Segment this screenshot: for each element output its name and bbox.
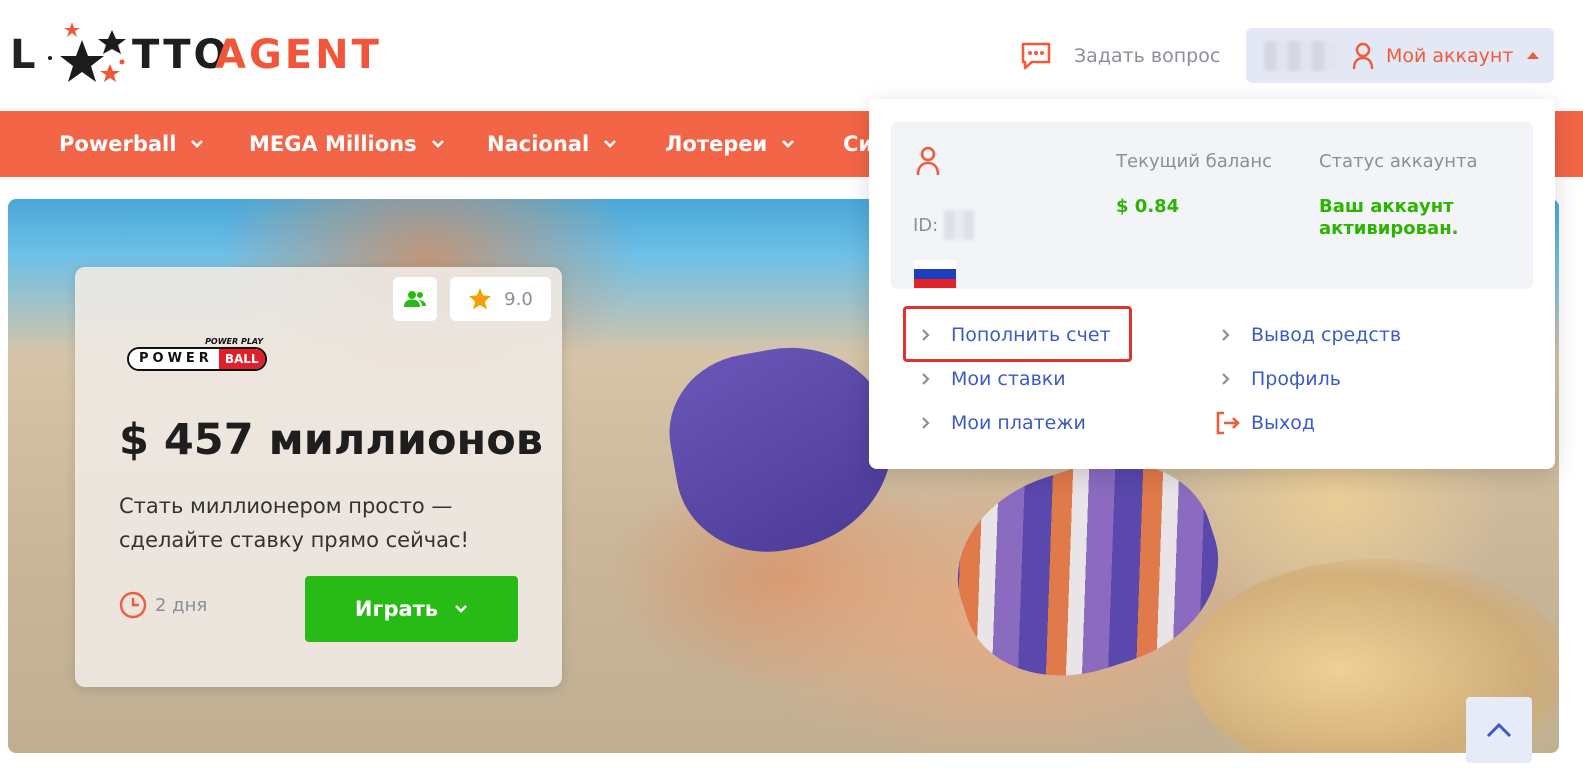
profile-link-label: Профиль bbox=[1251, 368, 1341, 390]
username-redacted bbox=[1264, 40, 1336, 71]
chevron-down-icon bbox=[604, 140, 617, 148]
my-account-label: Мой аккаунт bbox=[1386, 44, 1514, 67]
my-bets-link[interactable]: Мои ставки bbox=[921, 364, 1066, 394]
site-header: L TTO AGENT Задать вопрос Мой аккаунт bbox=[0, 0, 1583, 111]
balance-title: Текущий баланс bbox=[1116, 151, 1272, 172]
nav-item-powerball[interactable]: Powerball bbox=[59, 111, 204, 177]
chevron-down-icon bbox=[191, 140, 204, 148]
my-account-button[interactable]: Мой аккаунт bbox=[1246, 28, 1554, 83]
rating-value: 9.0 bbox=[504, 288, 533, 310]
play-button-label: Играть bbox=[354, 597, 439, 621]
flag-russia-icon bbox=[914, 260, 956, 288]
play-button[interactable]: Играть bbox=[305, 576, 518, 642]
chevron-down-icon bbox=[455, 605, 468, 613]
arrow-up-icon bbox=[1486, 722, 1512, 738]
account-info-panel: ID: Текущий баланс $ 0.84 Статус аккаунт… bbox=[891, 122, 1533, 289]
nav-item-label: Лотереи bbox=[665, 132, 768, 156]
jackpot-amount: $ 457 миллионов bbox=[119, 415, 544, 465]
clock-icon bbox=[119, 591, 147, 619]
my-payments-link[interactable]: Мои платежи bbox=[921, 408, 1086, 438]
draw-countdown: 2 дня bbox=[119, 591, 207, 619]
account-id: ID: bbox=[913, 210, 975, 240]
my-payments-link-label: Мои платежи bbox=[951, 412, 1086, 434]
logout-link[interactable]: Выход bbox=[1215, 408, 1315, 438]
lottery-promo-card: 9.0 POWER PLAY POWER BALL $ 457 миллионо… bbox=[75, 267, 562, 687]
my-bets-link-label: Мои ставки bbox=[951, 368, 1066, 390]
account-id-redacted bbox=[944, 210, 975, 240]
chevron-right-icon bbox=[922, 373, 930, 385]
site-logo[interactable]: L TTO AGENT bbox=[10, 18, 379, 92]
nav-item-mega-millions[interactable]: MEGA Millions bbox=[249, 111, 445, 177]
balance-value: $ 0.84 bbox=[1116, 196, 1180, 217]
status-title: Статус аккаунта bbox=[1319, 151, 1478, 172]
ask-question-link[interactable]: Задать вопрос bbox=[1020, 38, 1220, 74]
account-id-label: ID: bbox=[913, 214, 939, 236]
account-dropdown: ID: Текущий баланс $ 0.84 Статус аккаунт… bbox=[869, 99, 1555, 469]
page: L TTO AGENT Задать вопрос Мой аккаунт Po… bbox=[0, 0, 1583, 768]
nav-item-nacional[interactable]: Nacional bbox=[487, 111, 617, 177]
promo-description: Стать миллионером просто — сделайте став… bbox=[119, 494, 469, 552]
scroll-to-top-button[interactable] bbox=[1466, 697, 1532, 763]
chevron-down-icon bbox=[782, 140, 795, 148]
star-icon bbox=[469, 288, 492, 310]
status-value: Ваш аккаунт активирован. bbox=[1319, 196, 1459, 239]
chevron-right-icon bbox=[922, 329, 930, 341]
user-icon bbox=[1352, 42, 1374, 70]
chat-icon bbox=[1021, 42, 1051, 70]
logo-stars-icon bbox=[48, 22, 126, 82]
logo-letter-l: L bbox=[10, 32, 39, 78]
nav-item-lotteries[interactable]: Лотереи bbox=[665, 111, 795, 177]
logo-text-agent: AGENT bbox=[215, 32, 382, 78]
powerball-logo: POWER PLAY POWER BALL bbox=[127, 337, 267, 373]
nav-item-label: Powerball bbox=[59, 132, 177, 156]
powerball-power-text: POWER bbox=[129, 349, 219, 369]
caret-up-icon bbox=[1527, 52, 1540, 59]
rating-badge: 9.0 bbox=[450, 277, 551, 321]
users-icon bbox=[404, 291, 426, 307]
chevron-down-icon bbox=[431, 140, 444, 148]
ask-question-label: Задать вопрос bbox=[1074, 45, 1221, 67]
chevron-right-icon bbox=[1222, 329, 1230, 341]
time-left: 2 дня bbox=[155, 594, 208, 616]
deposit-link[interactable]: Пополнить счет bbox=[921, 320, 1111, 350]
powerball-ball-text: BALL bbox=[218, 349, 265, 369]
logout-icon bbox=[1216, 411, 1240, 435]
user-icon bbox=[916, 146, 940, 176]
nav-item-label: MEGA Millions bbox=[249, 132, 417, 156]
nav-item-label: Nacional bbox=[487, 132, 590, 156]
withdraw-link-label: Вывод средств bbox=[1251, 324, 1402, 346]
powerball-wordmark: POWER BALL bbox=[127, 347, 267, 371]
deposit-link-label: Пополнить счет bbox=[951, 324, 1111, 346]
profile-link[interactable]: Профиль bbox=[1221, 364, 1341, 394]
group-play-badge[interactable] bbox=[393, 277, 437, 321]
power-play-text: POWER PLAY bbox=[205, 337, 263, 346]
logout-link-label: Выход bbox=[1251, 412, 1316, 434]
withdraw-link[interactable]: Вывод средств bbox=[1221, 320, 1401, 350]
chevron-right-icon bbox=[922, 417, 930, 429]
chevron-right-icon bbox=[1222, 373, 1230, 385]
